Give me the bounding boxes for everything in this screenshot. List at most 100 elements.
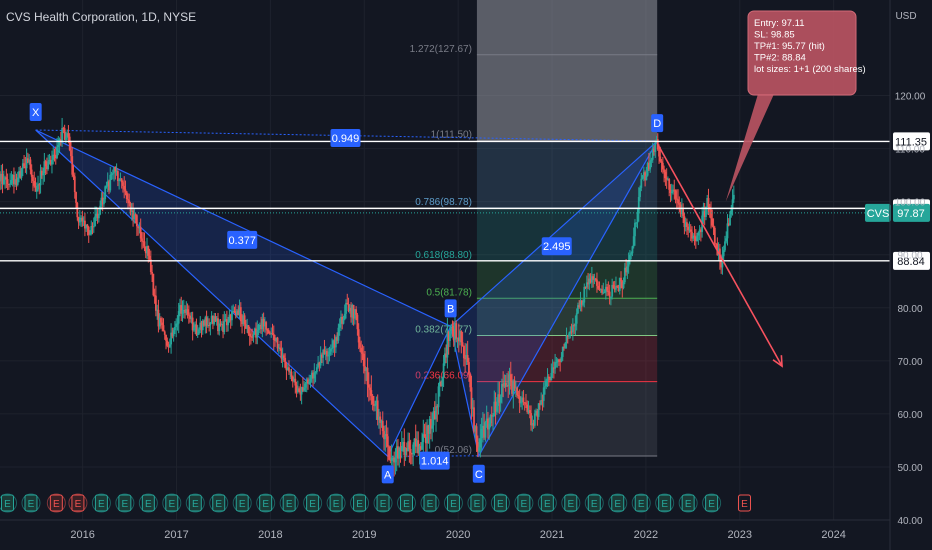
candle-body [597,285,600,289]
currency-label: USD [895,11,916,22]
candle-body [124,189,127,192]
earnings-marker-label: E [614,499,621,510]
candle-body [10,179,13,184]
candle-body [70,150,72,157]
candle-body [127,198,129,201]
candle-body [462,346,465,359]
x-tick-label: 2016 [70,529,94,541]
candle-body [141,238,143,242]
candle-body [73,176,76,193]
ratio-label: 0.949 [332,133,360,145]
candle-body [461,342,464,347]
candle-body [56,147,58,159]
candle-body [693,235,696,237]
candle-body [400,445,403,451]
y-tick-label: 60.00 [897,410,922,421]
candle-body [152,273,155,296]
callout-line: TP#2: 88.84 [754,53,806,64]
candle-body [542,387,545,401]
candle-body [276,337,279,349]
candle-body [460,331,463,343]
candle-body [65,137,67,140]
candle-body [575,313,578,324]
fib-zone [476,54,658,141]
candle-body [537,403,540,417]
candle-body [122,182,124,186]
candle-body [582,302,584,305]
pattern-point-label: B [447,303,454,315]
candle-body [337,327,340,341]
candle-body [143,241,146,247]
candle-body [639,187,641,198]
earnings-marker-label: E [638,499,645,510]
candle-body [423,434,426,437]
candle-body [509,374,512,381]
callout-line: SL: 98.85 [754,30,795,41]
candle-body [369,387,371,391]
candle-body [6,179,9,184]
ticker-tag-label: CVS [867,208,890,220]
candle-body [128,200,131,204]
candle-body [603,292,606,294]
candle-body [163,331,166,335]
y-tick-label: 90.00 [897,251,922,262]
candle-body [668,179,671,190]
candle-body [272,334,275,341]
candle-body [161,322,164,326]
earnings-marker-label: E [741,499,748,510]
candle-body [288,367,290,372]
candle-body [658,149,660,157]
candle-body [298,388,301,392]
candle-body [545,380,548,387]
candle-body [632,236,635,247]
candle-body [441,378,444,386]
candle-body [606,286,608,291]
candle-body [329,348,332,352]
candle-body [634,222,636,237]
candle-body [165,334,167,341]
candle-body [168,344,171,347]
candle-body [533,413,536,426]
candle-body [484,422,487,438]
x-tick-label: 2018 [258,529,282,541]
pattern-point-label: A [384,469,392,481]
earnings-marker-label: E [544,499,551,510]
candle-body [2,179,5,184]
candle-body [16,177,19,185]
candle-body [205,317,208,327]
earnings-marker-label: E [309,499,316,510]
candle-body [90,226,93,235]
price-chart[interactable]: 1.272(127.67) 1(111.50) 0.786(98.78) 0.618(… [0,0,932,550]
pattern-point-label: X [32,107,40,119]
earnings-marker-label: E [215,499,222,510]
ratio-label: 2.495 [543,241,571,253]
candle-body [488,423,491,430]
candle-body [218,323,221,332]
candle-body [637,197,640,213]
candle-body [176,323,179,325]
candle-body [641,175,644,179]
candle-body [271,332,274,335]
candle-body [68,136,71,151]
candle-body [151,271,153,274]
y-tick-label: 100.00 [895,198,926,209]
candle-body [345,302,347,314]
candle-body [342,319,345,324]
candle-body [282,355,285,358]
candle-body [386,436,389,447]
candle-body [47,161,50,170]
candle-body [67,133,70,137]
candle-body [601,289,603,293]
candle-body [730,209,733,215]
candle-body [480,428,483,439]
candle-body [660,161,663,163]
candle-body [518,396,521,404]
candle-body [30,169,33,177]
candle-body [248,333,251,337]
candle-body [123,185,126,190]
candle-body [712,225,715,228]
candle-body [125,191,128,199]
candle-body [528,410,531,414]
candle-body [499,396,502,403]
candle-body [394,457,397,463]
